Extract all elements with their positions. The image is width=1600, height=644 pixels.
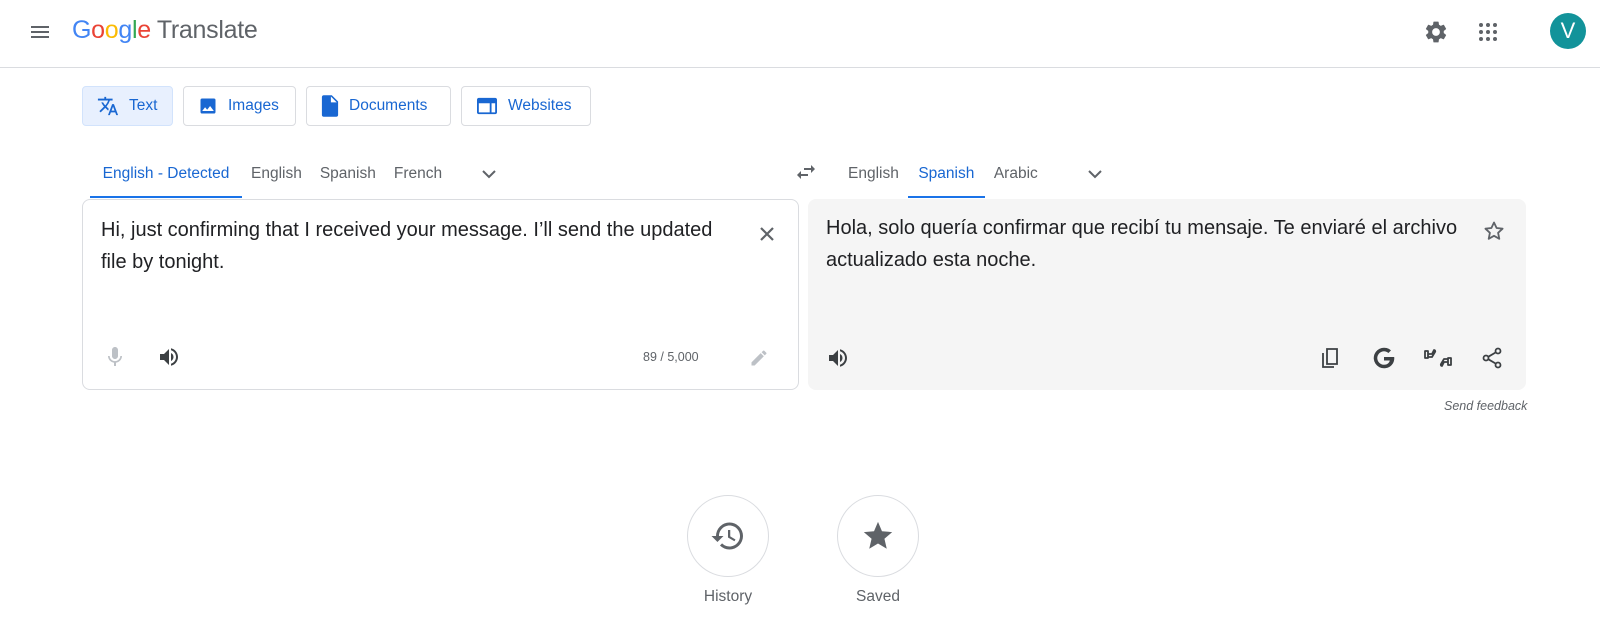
handwriting-button[interactable] bbox=[741, 340, 777, 376]
target-lang-spanish[interactable]: Spanish bbox=[907, 150, 985, 198]
tab-documents[interactable]: Documents bbox=[306, 86, 451, 126]
tab-websites[interactable]: Websites bbox=[461, 86, 591, 126]
history-button[interactable]: History bbox=[668, 495, 788, 606]
translation-mode-tabs: Text Images Documents Websites bbox=[82, 86, 591, 126]
source-lang-detected[interactable]: English - Detected bbox=[90, 150, 242, 198]
copy-icon bbox=[1322, 348, 1338, 368]
tab-text[interactable]: Text bbox=[82, 86, 173, 126]
swap-icon bbox=[797, 165, 815, 179]
saved-button[interactable]: Saved bbox=[818, 495, 938, 606]
history-icon bbox=[711, 522, 743, 550]
history-label: History bbox=[703, 588, 753, 605]
document-icon bbox=[321, 95, 339, 117]
rate-translation-button[interactable] bbox=[1418, 338, 1458, 378]
microphone-icon bbox=[108, 347, 122, 366]
target-lang-arabic[interactable]: Arabic bbox=[985, 150, 1047, 198]
listen-source-button[interactable] bbox=[149, 337, 189, 377]
translation-output-text: Hola, solo quería confirmar que recibí t… bbox=[826, 217, 1458, 271]
image-icon bbox=[200, 98, 216, 114]
source-text-input[interactable]: Hi, just confirming that I received your… bbox=[101, 214, 721, 278]
close-icon bbox=[760, 227, 774, 241]
google-g-icon bbox=[1373, 347, 1395, 369]
target-lang-english[interactable]: English bbox=[839, 150, 908, 198]
tab-documents-label: Documents bbox=[349, 97, 428, 114]
website-icon bbox=[477, 97, 497, 115]
source-text-panel: Hi, just confirming that I received your… bbox=[82, 199, 799, 390]
app-header: Google Translate V bbox=[0, 0, 1600, 68]
chevron-down-icon bbox=[1088, 170, 1102, 179]
main-menu-button[interactable] bbox=[20, 12, 60, 52]
pencil-icon bbox=[751, 350, 767, 366]
character-count: 89 / 5,000 bbox=[643, 350, 699, 364]
tab-images-label: Images bbox=[228, 97, 279, 114]
translation-output-panel: Hola, solo quería confirmar que recibí t… bbox=[808, 199, 1526, 390]
swap-languages-button[interactable] bbox=[786, 152, 826, 192]
settings-button[interactable] bbox=[1414, 10, 1458, 54]
google-wordmark: Google bbox=[72, 16, 151, 44]
copy-translation-button[interactable] bbox=[1310, 338, 1350, 378]
voice-input-button[interactable] bbox=[95, 337, 135, 377]
account-avatar[interactable]: V bbox=[1550, 13, 1586, 49]
google-translate-logo[interactable]: Google Translate bbox=[72, 16, 258, 45]
clear-source-button[interactable] bbox=[747, 214, 787, 254]
share-translation-button[interactable] bbox=[1472, 338, 1512, 378]
star-icon bbox=[863, 521, 893, 549]
source-lang-more-button[interactable] bbox=[469, 150, 509, 198]
source-lang-english[interactable]: English bbox=[242, 150, 311, 198]
save-translation-button[interactable] bbox=[1474, 211, 1514, 251]
speaker-icon bbox=[160, 348, 178, 366]
history-circle bbox=[687, 495, 769, 577]
translate-icon bbox=[97, 96, 119, 116]
menu-icon bbox=[31, 26, 49, 38]
google-apps-button[interactable] bbox=[1466, 10, 1510, 54]
tab-images[interactable]: Images bbox=[183, 86, 296, 126]
thumbs-up-down-icon bbox=[1424, 349, 1452, 367]
saved-circle bbox=[837, 495, 919, 577]
star-outline-icon bbox=[1484, 221, 1504, 240]
speaker-icon bbox=[829, 349, 847, 367]
tab-text-label: Text bbox=[129, 97, 158, 114]
source-language-bar: English - Detected English Spanish Frenc… bbox=[90, 150, 509, 198]
send-feedback-link[interactable]: Send feedback bbox=[1444, 399, 1527, 413]
apps-grid-icon bbox=[1479, 23, 1497, 41]
share-icon bbox=[1482, 347, 1502, 369]
gear-icon bbox=[1425, 21, 1447, 43]
product-name: Translate bbox=[156, 16, 258, 44]
source-lang-french[interactable]: French bbox=[385, 150, 451, 198]
target-language-bar: English Spanish Arabic bbox=[839, 150, 1115, 198]
chevron-down-icon bbox=[482, 170, 496, 179]
google-search-button[interactable] bbox=[1364, 338, 1404, 378]
listen-translation-button[interactable] bbox=[818, 338, 858, 378]
tab-websites-label: Websites bbox=[508, 97, 572, 114]
saved-label: Saved bbox=[856, 588, 900, 605]
source-lang-spanish[interactable]: Spanish bbox=[311, 150, 385, 198]
target-lang-more-button[interactable] bbox=[1075, 150, 1115, 198]
